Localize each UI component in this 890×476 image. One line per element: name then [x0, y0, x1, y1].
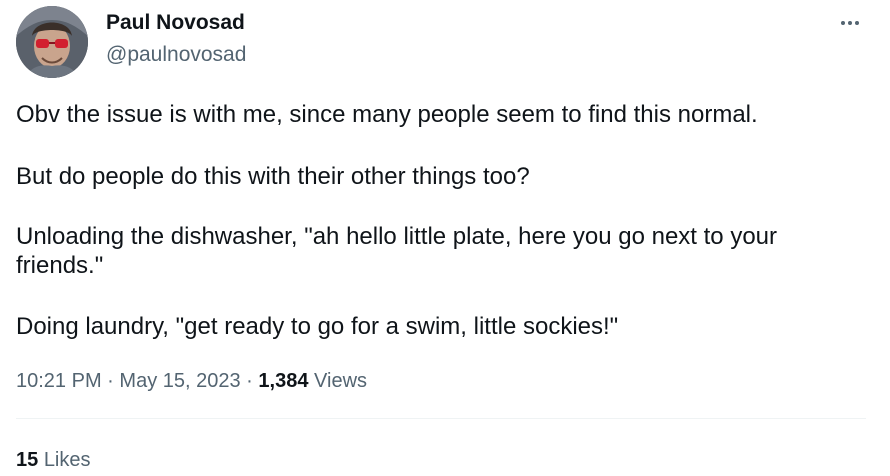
tweet-paragraph: Obv the issue is with me, since many peo…	[16, 101, 758, 128]
likes-count: 15	[16, 449, 39, 471]
tweet-metadata: 10:21 PM · May 15, 2023 · 1,384 Views	[16, 368, 367, 394]
tweet-paragraph: Unloading the dishwasher, "ah hello litt…	[16, 223, 778, 279]
tweet-card: Paul Novosad @paulnovosad Obv the issue …	[0, 0, 890, 476]
avatar[interactable]	[16, 6, 88, 78]
tweet-time: 10:21 PM	[16, 370, 102, 392]
meta-separator: ·	[107, 370, 114, 392]
author-handle[interactable]: @paulnovosad	[106, 42, 246, 68]
tweet-date: May 15, 2023	[119, 370, 241, 392]
more-horizontal-icon	[841, 21, 859, 25]
tweet-paragraph: Doing laundry, "get ready to go for a sw…	[16, 313, 619, 340]
likes-label: Likes	[43, 449, 91, 471]
author-name[interactable]: Paul Novosad	[106, 10, 245, 36]
more-options-button[interactable]	[828, 8, 872, 38]
avatar-image	[16, 6, 88, 78]
views-count: 1,384	[258, 370, 309, 392]
likes-link[interactable]: 15 Likes	[16, 447, 91, 473]
meta-separator: ·	[246, 370, 253, 392]
tweet-paragraph: But do people do this with their other t…	[16, 163, 530, 190]
divider	[16, 418, 866, 419]
tweet-timestamp-link[interactable]: 10:21 PM · May 15, 2023	[16, 370, 241, 392]
views-label: Views	[314, 370, 368, 392]
